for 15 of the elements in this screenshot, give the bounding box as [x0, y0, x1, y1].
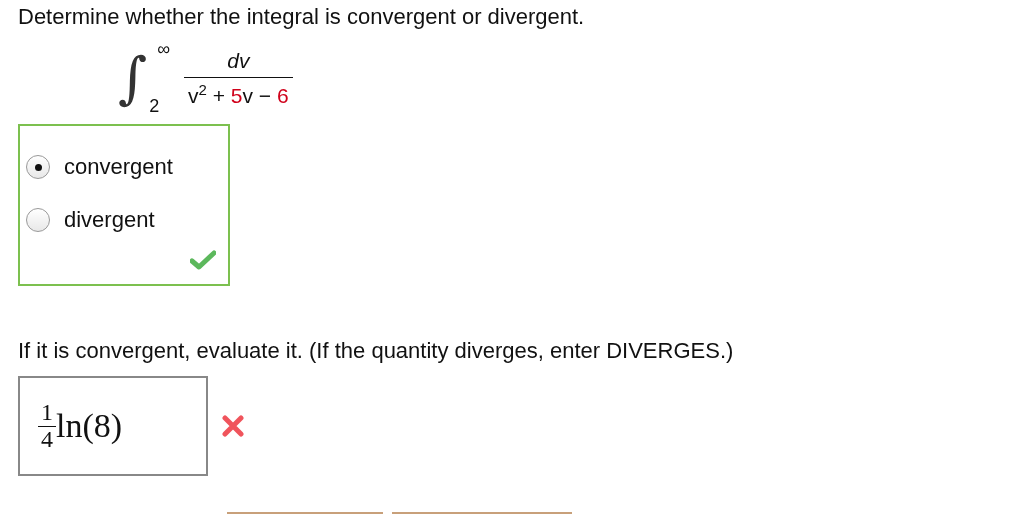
- option-label[interactable]: convergent: [64, 153, 173, 180]
- radio-button[interactable]: [26, 207, 50, 232]
- fraction-numerator: 1: [38, 400, 56, 427]
- fraction-denominator: 4: [41, 426, 53, 452]
- question-text: Determine whether the integral is convergent or divergent.: [18, 4, 586, 30]
- numerator: dv: [226, 48, 252, 74]
- upper-limit: ∞: [157, 39, 171, 60]
- denominator: v$^{2}$ + 5v − 6: [184, 76, 293, 108]
- prompt-text: If it is convergent, evaluate it. (If the quantity diverges, enter DIVERGES.): [18, 338, 735, 364]
- radio-button[interactable]: [26, 154, 50, 179]
- integral-sign: ∫: [118, 50, 148, 106]
- lower-limit: 2: [149, 96, 161, 117]
- option-label[interactable]: divergent: [64, 206, 155, 233]
- checkmark-icon: [190, 250, 216, 270]
- answer-expression: ln(8): [56, 407, 123, 445]
